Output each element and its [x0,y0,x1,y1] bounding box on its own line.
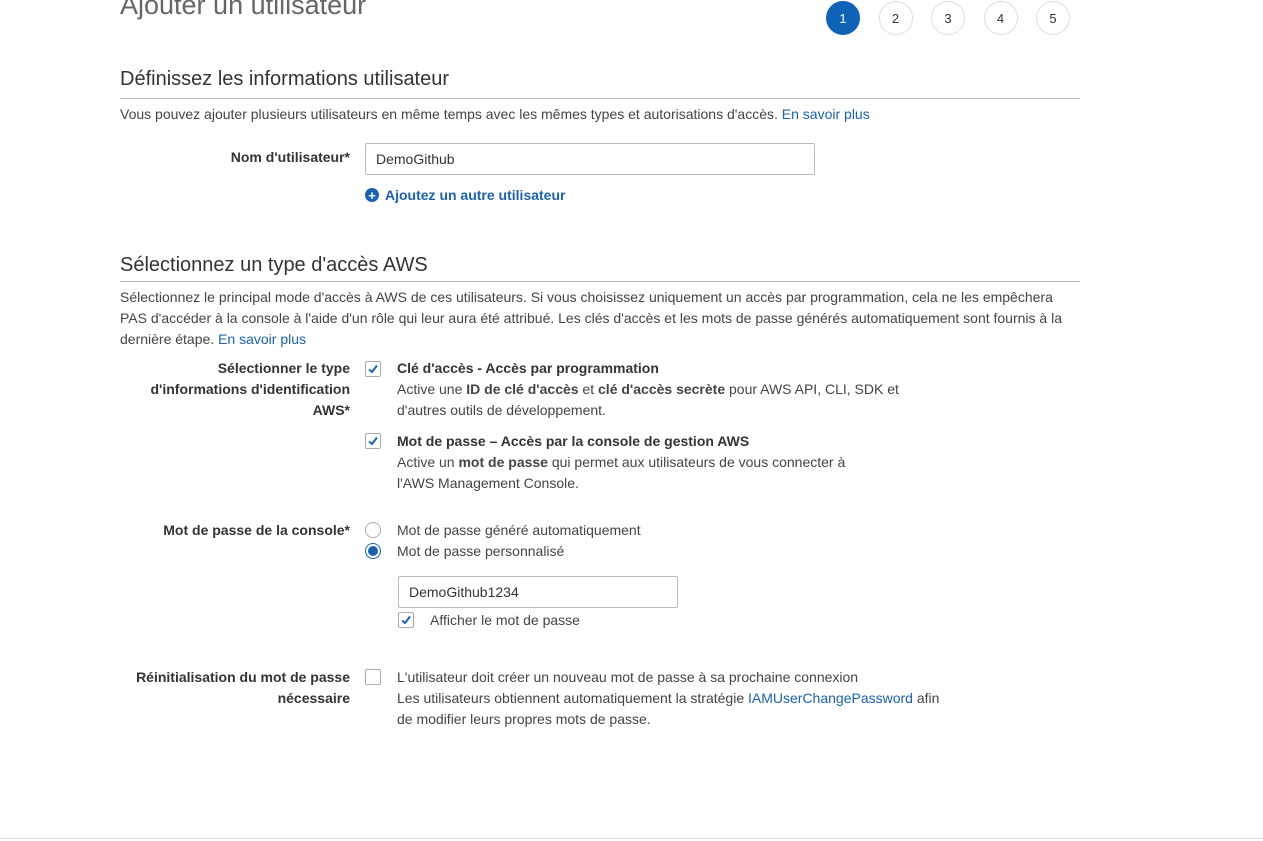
check-icon [368,436,378,446]
show-password-checkbox[interactable] [398,612,414,628]
auto-password-label: Mot de passe généré automatiquement [397,522,641,538]
username-input[interactable]: DemoGithub [365,143,815,175]
access-type-description: Sélectionnez le principal mode d'accès à… [120,287,1080,350]
console-password-checkbox[interactable] [365,433,381,449]
username-label: Nom d'utilisateur* [230,149,350,165]
learn-more-link[interactable]: En savoir plus [218,331,306,347]
step-5[interactable]: 5 [1036,1,1070,35]
bold-text: clé d'accès secrète [598,381,726,397]
check-icon [368,364,378,374]
access-key-description: Active une ID de clé d'accès et clé d'ac… [397,379,917,421]
user-info-description: Vous pouvez ajouter plusieurs utilisateu… [120,104,1080,125]
policy-link[interactable]: IAMUserChangePassword [748,690,913,706]
bold-text: ID de clé d'accès [466,381,579,397]
step-1[interactable]: 1 [826,1,860,35]
bold-text: mot de passe [458,454,548,470]
password-reset-option: L'utilisateur doit créer un nouveau mot … [397,667,957,730]
step-4[interactable]: 4 [983,1,1018,35]
access-type-heading: Sélectionnez un type d'accès AWS [120,254,428,276]
divider [120,281,1080,282]
text: et [578,381,599,397]
console-password-label: Mot de passe de la console* [163,522,350,538]
text: Active une [397,381,467,397]
text: Les utilisateurs obtiennent automatiquem… [397,690,748,706]
check-icon [401,615,411,625]
footer-divider [0,838,1263,839]
console-access-description: Active un mot de passe qui permet aux ut… [397,452,867,494]
wizard-steps: 1 2 3 4 5 [826,1,1089,35]
show-password-label: Afficher le mot de passe [430,612,580,628]
console-access-option: Mot de passe – Accès par la console de g… [397,431,867,494]
access-key-option: Clé d'accès - Accès par programmation Ac… [397,358,917,421]
password-reset-checkbox-label: L'utilisateur doit créer un nouveau mot … [397,669,859,685]
custom-password-label: Mot de passe personnalisé [397,543,565,559]
radio-dot [368,546,378,556]
console-access-title: Mot de passe – Accès par la console de g… [397,433,750,449]
step-2[interactable]: 2 [878,1,913,35]
user-info-description-text: Vous pouvez ajouter plusieurs utilisateu… [120,106,778,122]
custom-password-input[interactable]: DemoGithub1234 [398,576,678,608]
divider [120,98,1080,99]
text: Active un [397,454,459,470]
password-reset-description: Les utilisateurs obtiennent automatiquem… [397,688,957,730]
credential-type-label: Sélectionner le type d'informations d'id… [150,360,350,418]
add-user-link-label: Ajoutez un autre utilisateur [385,187,566,203]
page-title: Ajouter un utilisateur [120,0,367,20]
auto-password-radio[interactable] [365,522,381,538]
password-reset-checkbox[interactable] [365,669,381,685]
learn-more-link[interactable]: En savoir plus [782,106,870,122]
access-key-checkbox[interactable] [365,361,381,377]
custom-password-radio[interactable] [365,543,381,559]
add-user-link[interactable]: + Ajoutez un autre utilisateur [365,187,565,203]
step-3[interactable]: 3 [931,1,965,35]
password-reset-label: Réinitialisation du mot de passe nécessa… [136,669,350,706]
access-key-title: Clé d'accès - Accès par programmation [397,360,659,376]
plus-circle-icon: + [365,188,379,202]
user-info-heading: Définissez les informations utilisateur [120,68,450,90]
